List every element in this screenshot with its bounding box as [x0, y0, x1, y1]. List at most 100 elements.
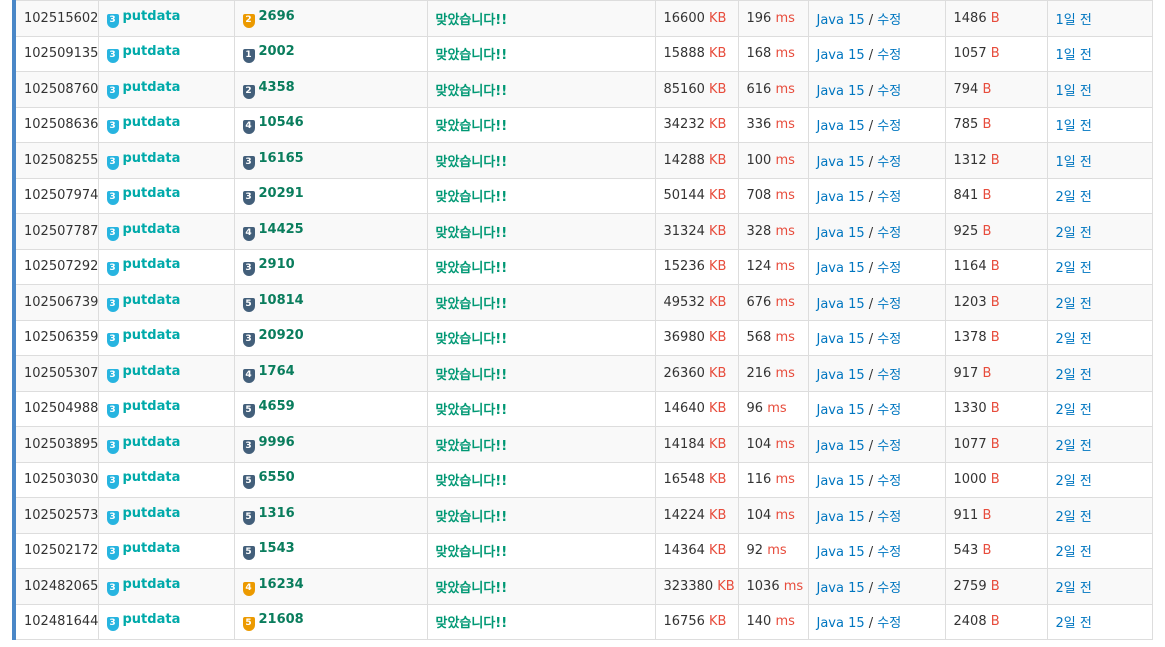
user-link[interactable]: putdata	[123, 577, 181, 592]
edit-link[interactable]: 수정	[877, 403, 901, 418]
submitted-time-link[interactable]: 2일 전	[1056, 332, 1092, 347]
user-link[interactable]: putdata	[123, 9, 181, 24]
user-link[interactable]: putdata	[123, 399, 181, 414]
user-link[interactable]: putdata	[123, 328, 181, 343]
user-link[interactable]: putdata	[123, 222, 181, 237]
edit-link[interactable]: 수정	[877, 226, 901, 241]
language-link[interactable]: Java 15	[817, 439, 865, 454]
user-link[interactable]: putdata	[123, 257, 181, 272]
language-link[interactable]: Java 15	[817, 616, 865, 631]
submitted-time-link[interactable]: 2일 전	[1056, 226, 1092, 241]
edit-link[interactable]: 수정	[877, 332, 901, 347]
language-link[interactable]: Java 15	[817, 48, 865, 63]
user-link[interactable]: putdata	[123, 364, 181, 379]
user-link[interactable]: putdata	[123, 80, 181, 95]
time-value: 168	[746, 46, 772, 62]
table-row: 102509135 3 putdata 1 2002 맞았습니다!! 15888 K…	[16, 35, 1153, 72]
user-link[interactable]: putdata	[123, 541, 181, 556]
submitted-time-link[interactable]: 2일 전	[1056, 403, 1092, 418]
submitted-time-link[interactable]: 1일 전	[1056, 119, 1092, 134]
edit-link[interactable]: 수정	[877, 190, 901, 205]
problem-link[interactable]: 21608	[259, 612, 304, 627]
problem-link[interactable]: 10814	[259, 293, 304, 308]
problem-link[interactable]: 1543	[259, 541, 295, 556]
problem-link[interactable]: 2910	[259, 257, 295, 272]
problem-link[interactable]: 6550	[259, 470, 295, 485]
problem-link[interactable]: 4659	[259, 399, 295, 414]
language-link[interactable]: Java 15	[817, 581, 865, 596]
language-link[interactable]: Java 15	[817, 403, 865, 418]
user-link[interactable]: putdata	[123, 506, 181, 521]
language-link[interactable]: Java 15	[817, 119, 865, 134]
submitted-time-link[interactable]: 2일 전	[1056, 261, 1092, 276]
edit-link[interactable]: 수정	[877, 84, 901, 99]
edit-link[interactable]: 수정	[877, 474, 901, 489]
user-link[interactable]: putdata	[123, 44, 181, 59]
problem-link[interactable]: 10546	[259, 115, 304, 130]
language-link[interactable]: Java 15	[817, 332, 865, 347]
submitted-time-link[interactable]: 2일 전	[1056, 510, 1092, 525]
problem-link[interactable]: 20291	[259, 186, 304, 201]
user-link[interactable]: putdata	[123, 293, 181, 308]
problem-link[interactable]: 1316	[259, 506, 295, 521]
edit-link[interactable]: 수정	[877, 13, 901, 28]
edit-link[interactable]: 수정	[877, 48, 901, 63]
language-link[interactable]: Java 15	[817, 226, 865, 241]
edit-link[interactable]: 수정	[877, 119, 901, 134]
edit-link[interactable]: 수정	[877, 510, 901, 525]
language-link[interactable]: Java 15	[817, 190, 865, 205]
edit-link[interactable]: 수정	[877, 581, 901, 596]
problem-link[interactable]: 16165	[259, 151, 304, 166]
language-link[interactable]: Java 15	[817, 368, 865, 383]
submitted-time-link[interactable]: 1일 전	[1056, 84, 1092, 99]
edit-link[interactable]: 수정	[877, 297, 901, 312]
language-link[interactable]: Java 15	[817, 545, 865, 560]
problem-link[interactable]: 4358	[259, 80, 295, 95]
result-text: 맞았습니다!!	[435, 119, 508, 135]
submitted-time-link[interactable]: 2일 전	[1056, 190, 1092, 205]
submitted-time-link[interactable]: 1일 전	[1056, 48, 1092, 63]
language-link[interactable]: Java 15	[817, 474, 865, 489]
user-link[interactable]: putdata	[123, 435, 181, 450]
submitted-time-link[interactable]: 2일 전	[1056, 368, 1092, 383]
problem-link[interactable]: 2696	[259, 9, 295, 24]
edit-link[interactable]: 수정	[877, 368, 901, 383]
result-cell: 맞았습니다!!	[427, 426, 656, 462]
language-link[interactable]: Java 15	[817, 261, 865, 276]
problem-link[interactable]: 9996	[259, 435, 295, 450]
edit-link[interactable]: 수정	[877, 616, 901, 631]
problem-link[interactable]: 20920	[259, 328, 304, 343]
problem-tier-icon: 5	[242, 404, 255, 419]
submitted-time-link[interactable]: 2일 전	[1056, 545, 1092, 560]
user-link[interactable]: putdata	[123, 186, 181, 201]
language-link[interactable]: Java 15	[817, 155, 865, 170]
language-cell: Java 15 / 수정	[808, 603, 946, 640]
edit-link[interactable]: 수정	[877, 261, 901, 276]
language-link[interactable]: Java 15	[817, 297, 865, 312]
memory-cell: 50144 KB	[655, 177, 739, 214]
user-link[interactable]: putdata	[123, 470, 181, 485]
problem-link[interactable]: 2002	[259, 44, 295, 59]
user-link[interactable]: putdata	[123, 612, 181, 627]
edit-link[interactable]: 수정	[877, 439, 901, 454]
language-link[interactable]: Java 15	[817, 510, 865, 525]
problem-link[interactable]: 1764	[259, 364, 295, 379]
time-value: 216	[746, 365, 772, 381]
time-cell: 92 ms	[738, 532, 809, 569]
submitted-time-link[interactable]: 2일 전	[1056, 297, 1092, 312]
submitted-time-link[interactable]: 2일 전	[1056, 616, 1092, 631]
edit-link[interactable]: 수정	[877, 155, 901, 170]
problem-link[interactable]: 16234	[259, 577, 304, 592]
problem-link[interactable]: 14425	[259, 222, 304, 237]
edit-link[interactable]: 수정	[877, 545, 901, 560]
user-link[interactable]: putdata	[123, 115, 181, 130]
submitted-time-link[interactable]: 2일 전	[1056, 581, 1092, 596]
code-length-cell: 1057 B	[945, 35, 1048, 72]
submitted-time-link[interactable]: 1일 전	[1056, 155, 1092, 170]
language-link[interactable]: Java 15	[817, 13, 865, 28]
submitted-time-link[interactable]: 1일 전	[1056, 13, 1092, 28]
language-link[interactable]: Java 15	[817, 84, 865, 99]
submitted-time-link[interactable]: 2일 전	[1056, 439, 1092, 454]
user-link[interactable]: putdata	[123, 151, 181, 166]
submitted-time-link[interactable]: 2일 전	[1056, 474, 1092, 489]
